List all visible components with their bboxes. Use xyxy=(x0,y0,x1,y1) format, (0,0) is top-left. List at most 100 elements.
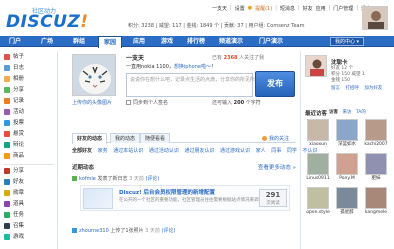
feed-item: zhourne310 上传了1张照片 3 天前 (评论) xyxy=(72,227,296,241)
apps-link[interactable]: 应用 xyxy=(316,5,326,12)
visitor-avatar xyxy=(307,187,329,209)
friend-avatar[interactable] xyxy=(305,55,327,77)
visitor-avatar xyxy=(365,187,387,209)
upload-avatar-link[interactable]: 上传你的头像图片 xyxy=(72,99,112,106)
tab-ta[interactable]: TA的 xyxy=(356,110,366,115)
tab-visited[interactable]: 来访 xyxy=(342,110,351,115)
nav-item-games[interactable]: 游戏 xyxy=(156,36,178,47)
sidebar-item-debate[interactable]: 辩论 xyxy=(4,141,24,150)
poke-link[interactable]: 打招呼 xyxy=(345,86,359,91)
sidebar-item-task[interactable]: 任务 xyxy=(4,211,24,220)
nav-item-channel-demo[interactable]: 频道演示 xyxy=(214,36,248,47)
sync-checkbox[interactable] xyxy=(126,100,131,105)
filter-classmate[interactable]: 同学 xyxy=(287,148,297,154)
sidebar-item-reward[interactable]: 悬赏 xyxy=(4,130,24,139)
status-composer-input[interactable]: 说说你在想什么吧，记录点生活的点滴，分享你的所见所闻…… xyxy=(126,73,270,97)
filter-family[interactable]: 家人 xyxy=(256,148,266,154)
nav-item-apps[interactable]: 应用 xyxy=(128,36,150,47)
filter-all[interactable]: 全部好友 xyxy=(72,148,92,154)
visitor-card[interactable]: kachi2007 xyxy=(363,119,389,151)
sidebar-item-medal[interactable]: 勋章 xyxy=(4,189,24,198)
visitor-avatar xyxy=(336,153,358,175)
white-tiger-image-icon xyxy=(73,55,115,95)
visitor-avatar xyxy=(336,119,358,141)
tab-friends-feed[interactable]: 好友的动态 xyxy=(72,133,108,144)
friend-name[interactable]: 沈聪卡 xyxy=(331,58,348,66)
sidebar-item-magic[interactable]: 道具 xyxy=(4,200,24,209)
feed-card-title[interactable]: Discuz! 后台会员权限管理的新增配置 xyxy=(119,188,215,196)
visitor-card[interactable]: 孤星醉 xyxy=(334,187,360,219)
visitor-card[interactable]: kangmele xyxy=(363,187,389,219)
user-info-bar: 积分: 3238 | 威望: 117 | 金钱: 1849 个 | 贡献: 37… xyxy=(128,23,305,29)
leave-message-link[interactable]: 留言 xyxy=(331,86,340,91)
my-center-dropdown[interactable]: 我的中心 ▾ xyxy=(330,37,364,46)
sidebar-item-activity[interactable]: 活动 xyxy=(4,108,24,117)
sidebar-item-share-2[interactable]: 分享 xyxy=(4,167,24,176)
feed-user-link[interactable]: kofmle xyxy=(79,176,96,182)
page: 社区动力 DISCUZ! 一支天 | 设置 ● 提醒(1) | 短消息 | 好友… xyxy=(0,0,394,249)
sidebar-item-poll[interactable]: 投票 xyxy=(4,119,24,128)
visitor-card[interactable]: xiaoxun xyxy=(305,119,331,151)
top-user-link[interactable]: 一支天 xyxy=(212,5,227,12)
sidebar-item-game[interactable]: 游戏 xyxy=(4,233,24,242)
more-feed-link[interactable]: 查看更多动态 » xyxy=(258,163,296,171)
filter-housework[interactable]: 家务 xyxy=(98,148,108,154)
status-link[interactable]: 想换iphone啦～ xyxy=(174,64,211,70)
follow-icon xyxy=(262,136,267,141)
activity-icon xyxy=(4,108,10,115)
feed-head: kofmle 发表了新日志 3 天前 (评论) xyxy=(72,175,296,182)
feed-comment-link[interactable]: (评论) xyxy=(162,228,176,234)
visitor-tabs: 访客 来访 TA的 xyxy=(329,109,369,115)
my-follow-link[interactable]: 我的关注 xyxy=(262,135,289,142)
visitor-card[interactable]: Linus0911 xyxy=(305,153,331,185)
nav-item-square[interactable]: 广场 xyxy=(36,36,58,47)
visitor-card[interactable]: open.style xyxy=(305,187,331,219)
profile-avatar[interactable] xyxy=(72,54,116,96)
header-avatar[interactable] xyxy=(362,6,388,30)
filter-colleague[interactable]: 同事 xyxy=(271,148,281,154)
feed-user-link[interactable]: zhourne310 xyxy=(79,228,109,234)
visitor-card[interactable]: Pony.M xyxy=(334,153,360,185)
sidebar-item-share[interactable]: 分享 xyxy=(4,86,24,95)
publish-button[interactable]: 发布 xyxy=(255,71,295,97)
tab-my-feed[interactable]: 我的动态 xyxy=(110,133,141,143)
album-icon xyxy=(4,75,10,82)
feed-comment-link[interactable]: (评论) xyxy=(145,176,159,182)
nav-item-ranking[interactable]: 排行榜 xyxy=(182,36,210,47)
sidebar-item-album[interactable]: 相册 xyxy=(4,75,24,84)
friends-link[interactable]: 好友 xyxy=(303,5,313,12)
blog-icon xyxy=(4,64,10,71)
messages-link[interactable]: 短消息 xyxy=(280,5,295,12)
nav-item-portal[interactable]: 门户 xyxy=(4,36,26,47)
nav-item-home[interactable]: 家园 xyxy=(98,36,122,48)
sidebar-item-friends[interactable]: 好友 xyxy=(4,178,24,187)
feed-card-desc: 在公开的一个社区的重要功能，社区管理员往往需要根据站点情况来调整配置项… xyxy=(119,198,281,203)
notice-link[interactable]: 提醒(1) xyxy=(255,5,272,12)
add-friend-link[interactable]: 加为好友 xyxy=(364,86,382,91)
settings-link[interactable]: 设置 xyxy=(235,5,245,12)
filter-activity[interactable]: 通过活动认识 xyxy=(149,148,179,154)
nav-item-groups[interactable]: 群组 xyxy=(68,36,90,47)
discuz-logo[interactable]: 社区动力 DISCUZ! xyxy=(4,6,88,32)
sidebar-item-goods[interactable]: 商品 xyxy=(4,152,24,161)
filter-friends[interactable]: 通过朋友认识 xyxy=(184,148,214,154)
avatar-image-icon xyxy=(363,7,387,29)
sidebar-item-blog[interactable]: 日志 xyxy=(4,64,24,73)
tab-visitors[interactable]: 访客 xyxy=(329,110,338,115)
profile-username: 一支天 xyxy=(126,55,145,62)
filter-games[interactable]: 通过游戏认识 xyxy=(220,148,250,154)
feed-card[interactable]: Discuz! 后台会员权限管理的新增配置 在公开的一个社区的重要功能，社区管理… xyxy=(80,185,290,211)
nav-item-portal-demo[interactable]: 门户演示 xyxy=(254,36,288,47)
visitor-card[interactable]: 深蓝如水 xyxy=(334,119,360,151)
sync-signature-option[interactable]: 同步到个人签名 xyxy=(126,99,168,106)
sidebar-item-invite[interactable]: 召集 xyxy=(4,222,24,231)
tab-browse[interactable]: 随便看看 xyxy=(140,133,171,143)
admin-link[interactable]: 门户管理 xyxy=(333,5,353,12)
sidebar-item-doing[interactable]: 记录 xyxy=(4,97,24,106)
header: 社区动力 DISCUZ! 一支天 | 设置 ● 提醒(1) | 短消息 | 好友… xyxy=(0,0,394,34)
visitor-avatar xyxy=(307,153,329,175)
visitor-card[interactable]: 肥妹 xyxy=(363,153,389,185)
filter-site[interactable]: 通过本站认识 xyxy=(113,148,143,154)
follower-counter: 已有 2368 人关注了我 xyxy=(212,55,265,61)
sidebar-item-posts[interactable]: 帖子 xyxy=(4,53,24,62)
